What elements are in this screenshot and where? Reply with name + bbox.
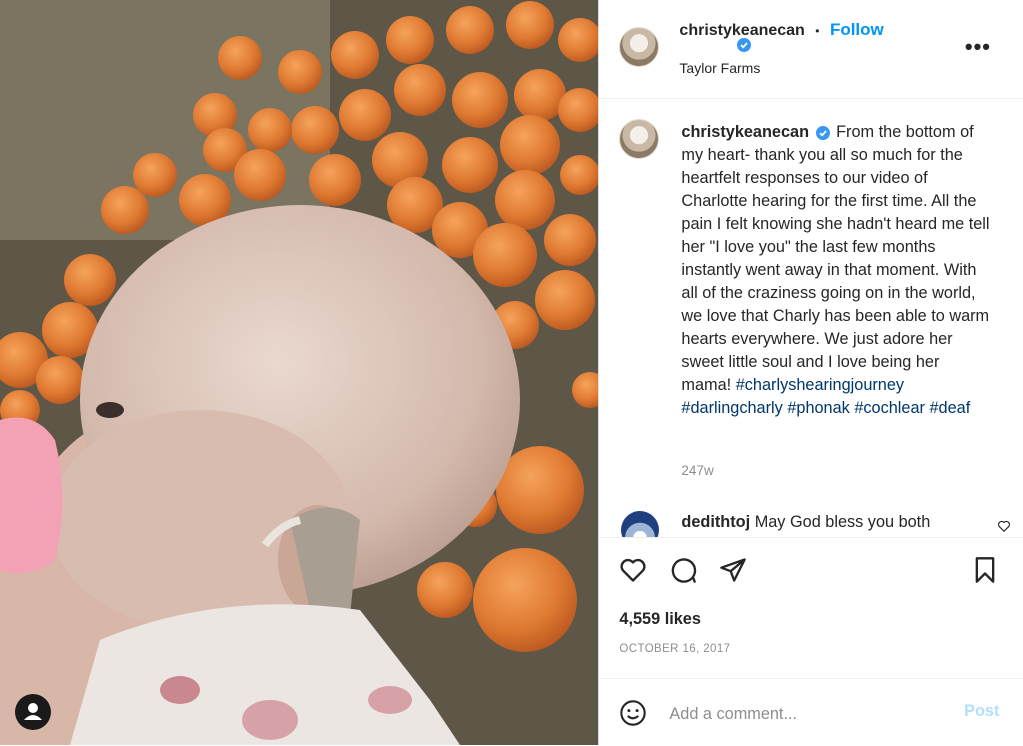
verified-icon <box>737 38 752 52</box>
post-photo[interactable] <box>0 0 599 745</box>
share-icon[interactable] <box>719 556 747 584</box>
more-icon: ••• <box>964 34 991 59</box>
like-comment-heart-icon[interactable] <box>997 519 1011 533</box>
post-caption: christykeanecan From the bottom of my he… <box>681 121 991 420</box>
commenter-avatar[interactable] <box>621 511 660 537</box>
commenter-username[interactable]: dedithtoj <box>681 513 750 531</box>
post-container: christykeanecan • Follow Taylor Farms ••… <box>0 0 1023 745</box>
post-date[interactable]: OCTOBER 16, 2017 <box>619 643 730 655</box>
comment-text: May God bless you both <box>754 513 931 531</box>
emoji-icon[interactable] <box>619 699 647 727</box>
add-comment-bar: Post <box>599 678 1023 746</box>
post-actions <box>599 537 1023 600</box>
heart-icon[interactable] <box>619 556 647 584</box>
user-icon <box>24 703 42 720</box>
verified-icon <box>815 125 830 140</box>
post-comment-button[interactable]: Post <box>964 702 999 721</box>
caption-age[interactable]: 247w <box>681 463 713 478</box>
photo-illustration <box>0 0 599 745</box>
caption-avatar[interactable] <box>619 119 660 159</box>
hashtag-link[interactable]: #charlyshearingjourney <box>736 376 904 394</box>
comment-icon[interactable] <box>669 556 697 584</box>
comment-item: dedithtoj May God bless you both <box>621 509 1011 537</box>
likes-count[interactable]: 4,559 likes <box>619 610 700 629</box>
header-separator: • <box>815 24 820 38</box>
comments-area[interactable]: christykeanecan From the bottom of my he… <box>599 99 1023 537</box>
hashtag-link[interactable]: #darlingcharly <box>681 399 782 417</box>
author-avatar[interactable] <box>619 27 660 67</box>
header-line: christykeanecan • Follow <box>679 20 883 40</box>
hashtag-link[interactable]: #deaf <box>929 399 970 417</box>
bookmark-icon[interactable] <box>971 556 999 584</box>
post-location[interactable]: Taylor Farms <box>679 60 760 76</box>
hashtag-link[interactable]: #cochlear <box>854 399 925 417</box>
author-username[interactable]: christykeanecan <box>679 22 804 39</box>
post-header: christykeanecan • Follow Taylor Farms ••… <box>599 0 1023 99</box>
tagged-user-button[interactable] <box>15 694 51 730</box>
follow-button[interactable]: Follow <box>830 20 884 39</box>
hashtag-link[interactable]: #phonak <box>787 399 849 417</box>
more-options-button[interactable]: ••• <box>965 34 991 60</box>
comment-body: dedithtoj May God bless you both <box>681 513 930 532</box>
comment-input[interactable] <box>667 699 942 729</box>
caption-text: From the bottom of my heart- thank you a… <box>681 123 990 394</box>
caption-username[interactable]: christykeanecan <box>681 123 809 141</box>
post-side-panel: christykeanecan • Follow Taylor Farms ••… <box>598 0 1023 745</box>
